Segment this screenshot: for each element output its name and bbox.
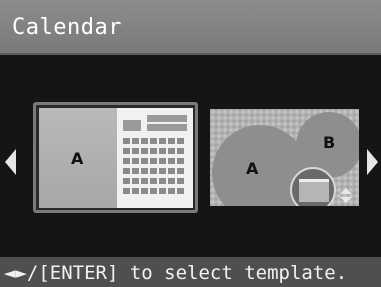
- calendar-day-cell: [132, 168, 139, 174]
- calendar-day-cell: [177, 178, 184, 184]
- triangle-right-icon[interactable]: [367, 149, 378, 175]
- calendar-day-cell: [177, 188, 184, 194]
- calendar-day-cell: [177, 158, 184, 164]
- calendar-day-cell: [150, 138, 157, 144]
- calendar-title-block: [147, 124, 187, 131]
- up-down-arrows-icon: [338, 188, 354, 204]
- title-bar: Calendar: [0, 0, 381, 55]
- calendar-day-cell: [150, 178, 157, 184]
- calendar-month-block: [123, 120, 141, 131]
- calendar-day-cell: [159, 148, 166, 154]
- photo-slot-label: B: [323, 133, 336, 152]
- arrow-up-icon: [340, 188, 352, 194]
- calendar-day-cell: [168, 138, 175, 144]
- calendar-circle-page: [299, 179, 329, 202]
- calendar-day-cell: [123, 158, 130, 164]
- footer-hint: ◄►/[ENTER] to select template.: [4, 262, 348, 284]
- calendar-day-cell: [123, 178, 130, 184]
- calendar-day-cell: [132, 158, 139, 164]
- calendar-day-cell: [159, 188, 166, 194]
- calendar-day-cell: [177, 148, 184, 154]
- calendar-day-cell: [150, 168, 157, 174]
- triangle-left-icon[interactable]: [5, 149, 16, 175]
- calendar-day-cell: [141, 158, 148, 164]
- printer-screen: Calendar A A B ◄►/[ENTER] to select temp…: [0, 0, 381, 287]
- calendar-day-cell: [141, 138, 148, 144]
- calendar-day-cell: [168, 188, 175, 194]
- calendar-day-cell: [132, 188, 139, 194]
- calendar-page-icon: [117, 108, 193, 208]
- calendar-day-cell: [150, 188, 157, 194]
- calendar-day-cell: [123, 148, 130, 154]
- photo-slot-a: A: [39, 108, 117, 208]
- calendar-title-block: [147, 115, 187, 122]
- calendar-day-cell: [123, 168, 130, 174]
- calendar-day-cell: [159, 138, 166, 144]
- calendar-day-cell: [159, 168, 166, 174]
- calendar-day-cell: [141, 148, 148, 154]
- calendar-circle-icon: [290, 167, 336, 206]
- screen-title: Calendar: [12, 15, 122, 40]
- calendar-day-cell: [123, 138, 130, 144]
- calendar-day-cell: [141, 168, 148, 174]
- calendar-day-cell: [168, 168, 175, 174]
- calendar-day-cell: [168, 148, 175, 154]
- template-option-2[interactable]: A B: [210, 109, 359, 206]
- calendar-day-cell: [141, 178, 148, 184]
- arrow-down-icon: [340, 197, 352, 203]
- photo-slot-label: A: [71, 149, 84, 168]
- calendar-day-cell: [177, 168, 184, 174]
- calendar-day-cell: [150, 148, 157, 154]
- calendar-day-cell: [141, 188, 148, 194]
- calendar-day-cell: [168, 158, 175, 164]
- calendar-day-cell: [132, 178, 139, 184]
- calendar-day-cell: [159, 178, 166, 184]
- calendar-day-cell: [132, 148, 139, 154]
- calendar-day-cell: [123, 188, 130, 194]
- calendar-day-cell: [177, 138, 184, 144]
- footer-bar: ◄►/[ENTER] to select template.: [0, 257, 381, 287]
- template-option-1[interactable]: A: [39, 108, 193, 208]
- calendar-day-cell: [132, 138, 139, 144]
- photo-slot-label: A: [246, 159, 259, 178]
- calendar-day-cell: [168, 178, 175, 184]
- calendar-day-cell: [150, 158, 157, 164]
- calendar-day-cell: [159, 158, 166, 164]
